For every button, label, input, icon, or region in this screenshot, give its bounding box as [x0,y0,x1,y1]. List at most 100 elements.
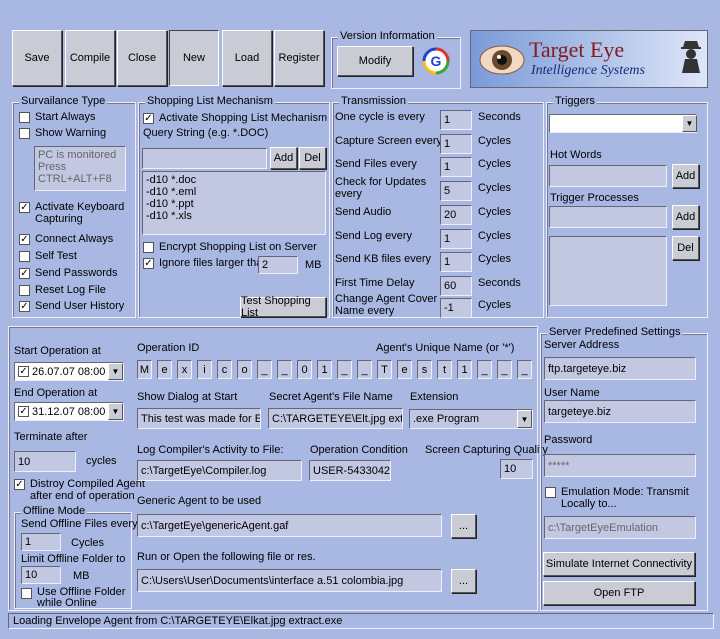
compile-button[interactable]: Compile [65,30,115,86]
checkbox-box[interactable] [545,487,556,498]
checkbox-box[interactable]: ✓ [18,406,29,417]
transmission-row-input[interactable]: 1 [440,134,472,154]
secret-file-input[interactable]: C:\TARGETEYE\Elt.jpg extract [268,408,403,429]
operation-id-char[interactable]: 0 [297,360,312,379]
terminate-input[interactable]: 10 [14,451,76,472]
shopping-add-button[interactable]: Add [270,147,297,169]
transmission-row-input[interactable]: 1 [440,110,472,130]
end-operation-label: End Operation at [14,387,98,399]
unique-name-char[interactable]: s [417,360,432,379]
warning-text-field[interactable]: PC is monitored Press CTRL+ALT+F8 [34,146,126,191]
transmission-row-label: First Time Delay [335,277,415,289]
trigger-processes-del-button[interactable]: Del [672,236,699,260]
terminate-label: Terminate after [14,431,88,443]
modify-button[interactable]: Modify [337,46,413,76]
checkbox-box[interactable]: ✓ [19,202,30,213]
extension-dropdown[interactable]: .exe Program [409,409,533,429]
terminate-unit: cycles [86,455,117,467]
transmission-row-input[interactable]: 1 [440,229,472,249]
checkbox-box[interactable]: ✓ [19,268,30,279]
emulation-path-input[interactable]: c:\TargetEyeEmulation [544,516,696,539]
capture-quality-input[interactable]: 10 [500,459,533,479]
unique-name-char[interactable]: _ [517,360,532,379]
chevron-down-icon[interactable]: ▼ [682,115,697,132]
generic-agent-input[interactable]: c:\TargetEye\genericAgent.gaf [137,514,442,537]
operation-condition-input[interactable]: USER-5433042 [309,460,391,481]
test-shopping-list-button[interactable]: Test Shopping List [240,295,326,319]
checkbox-box[interactable]: ✓ [143,258,154,269]
trigger-processes-add-button[interactable]: Add [672,205,699,229]
operation-id-char[interactable]: c [217,360,232,379]
operation-id-char[interactable]: i [197,360,212,379]
trigger-processes-list[interactable] [549,236,667,306]
checkbox-box[interactable]: ✓ [143,113,154,124]
register-button[interactable]: Register [274,30,324,86]
transmission-row-input[interactable]: 20 [440,205,472,225]
detective-icon [681,41,701,73]
limit-offline-input[interactable]: 10 [21,566,61,584]
extension-label: Extension [410,391,459,403]
chevron-down-icon[interactable]: ▼ [108,403,123,420]
new-button[interactable]: New [169,30,219,86]
hot-words-add-button[interactable]: Add [672,164,699,188]
unique-name-char[interactable]: t [437,360,452,379]
unique-name-char[interactable]: e [397,360,412,379]
ignore-size-input[interactable]: 2 [258,256,298,274]
show-dialog-input[interactable]: This test was made for Elkat [137,408,261,429]
checkbox-box[interactable] [143,242,154,253]
operation-id-char[interactable]: _ [337,360,352,379]
unique-name-char[interactable]: _ [497,360,512,379]
chevron-down-icon[interactable]: ▼ [517,410,532,428]
query-string-input[interactable] [142,148,267,169]
open-ftp-button[interactable]: Open FTP [543,581,695,605]
checkbox-box[interactable]: ✓ [19,234,30,245]
checkbox-box[interactable] [19,251,30,262]
transmission-row-input[interactable]: 1 [440,157,472,177]
shopping-list-box[interactable]: -d10 *.doc -d10 *.eml -d10 *.ppt -d10 *.… [142,171,326,235]
log-file-input[interactable]: c:\TargetEye\Compiler.log [137,460,302,481]
triggers-dropdown[interactable] [549,114,697,133]
hot-words-input[interactable] [549,165,667,187]
checkbox-box[interactable] [19,285,30,296]
checkbox-box[interactable] [21,588,32,599]
transmission-row-input[interactable]: 5 [440,181,472,201]
transmission-row-input[interactable]: 60 [440,276,472,296]
transmission-row-input[interactable]: 1 [440,252,472,272]
run-open-label: Run or Open the following file or res. [137,551,316,563]
user-name-input[interactable]: targeteye.biz [544,400,696,423]
operation-id-char[interactable]: _ [357,360,372,379]
operation-id-char[interactable]: e [157,360,172,379]
operation-id-char[interactable]: _ [277,360,292,379]
unique-name-char[interactable]: T [377,360,392,379]
unique-name-char[interactable]: 1 [457,360,472,379]
checkbox-box[interactable] [19,112,30,123]
operation-id-char[interactable]: M [137,360,152,379]
run-open-input[interactable]: C:\Users\User\Documents\interface a.51 c… [137,569,442,592]
shopping-del-button[interactable]: Del [299,147,326,169]
checkbox-box[interactable]: ✓ [14,479,25,490]
generic-agent-browse-button[interactable]: ... [451,514,476,538]
close-button[interactable]: Close [117,30,167,86]
simulate-connectivity-button[interactable]: Simulate Internet Connectivity [543,552,695,576]
operation-id-char[interactable]: 1 [317,360,332,379]
save-button[interactable]: Save [12,30,62,86]
trigger-processes-input[interactable] [549,206,667,228]
checkbox-box[interactable]: ✓ [19,301,30,312]
checkbox-box[interactable]: ✓ [18,366,29,377]
unique-name-char[interactable]: _ [477,360,492,379]
checkbox-box[interactable] [19,128,30,139]
operation-id-char[interactable]: o [237,360,252,379]
start-operation-label: Start Operation at [14,345,101,357]
transmission-row-input[interactable]: -1 [440,298,472,318]
load-button[interactable]: Load [222,30,272,86]
send-offline-input[interactable]: 1 [21,533,61,551]
run-open-browse-button[interactable]: ... [451,569,476,593]
transmission-row-unit: Seconds [478,111,521,123]
hot-words-label: Hot Words [550,149,602,161]
server-address-input[interactable]: ftp.targeteye.biz [544,357,696,380]
operation-id-char[interactable]: _ [257,360,272,379]
password-input[interactable]: ***** [544,454,696,477]
server-address-label: Server Address [544,339,620,351]
operation-id-char[interactable]: x [177,360,192,379]
chevron-down-icon[interactable]: ▼ [108,363,123,380]
